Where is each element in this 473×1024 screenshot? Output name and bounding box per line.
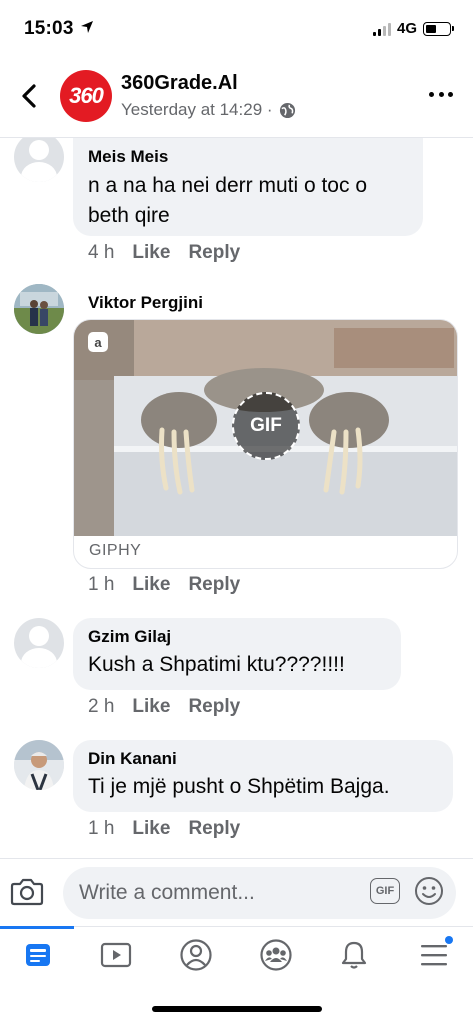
nav-profile[interactable]	[172, 935, 220, 975]
emoji-icon[interactable]	[414, 876, 444, 906]
comment-author[interactable]: Din Kanani	[88, 748, 439, 770]
nav-news-feed[interactable]	[14, 935, 62, 975]
comment-bubble[interactable]: Gzim Gilaj Kush a Shpatimi ktu????!!!!	[73, 618, 401, 690]
gif-attachment[interactable]: a GIF GIPHY	[73, 319, 458, 569]
menu-hamburger-icon	[421, 945, 447, 966]
giphy-logo-icon: a	[88, 332, 108, 352]
watch-video-icon	[100, 942, 132, 968]
comment-composer	[0, 858, 473, 926]
reply-button[interactable]: Reply	[188, 818, 240, 840]
comment-text-line: beth qire	[88, 204, 170, 227]
like-button[interactable]: Like	[132, 696, 170, 718]
like-button[interactable]: Like	[132, 574, 170, 596]
comment-text-line: n a na ha nei derr muti o toc o	[88, 174, 367, 197]
avatar[interactable]	[14, 284, 64, 334]
comment-author[interactable]: Viktor Pergjini	[88, 292, 203, 314]
comment-bubble[interactable]: Din Kanani Ti je mjë pusht o Shpëtim Baj…	[73, 740, 453, 812]
more-options-icon[interactable]	[429, 92, 453, 100]
gif-image[interactable]: a GIF	[74, 320, 457, 536]
avatar-photo	[14, 284, 64, 334]
profile-icon	[180, 939, 212, 971]
groups-icon	[260, 939, 292, 971]
gif-picker-button[interactable]: GIF	[370, 878, 400, 904]
page-name[interactable]: 360Grade.Al	[121, 72, 238, 95]
comment-time[interactable]: 1 h	[88, 818, 114, 840]
reply-button[interactable]: Reply	[188, 242, 240, 264]
globe-icon	[279, 102, 295, 118]
comment-actions: 1 h Like Reply	[88, 574, 240, 596]
post-header: 360 360Grade.Al Yesterday at 14:29 ·	[0, 62, 473, 132]
comment-text: Ti je mjë pusht o Shpëtim Bajga.	[88, 775, 390, 798]
like-button[interactable]: Like	[132, 818, 170, 840]
reply-button[interactable]: Reply	[188, 696, 240, 718]
bell-icon	[341, 941, 367, 969]
camera-icon[interactable]	[10, 875, 44, 907]
nav-watch[interactable]	[92, 935, 140, 975]
comments-list: Meis Meis n a na ha nei derr muti o toc …	[0, 138, 473, 858]
comment-actions: 1 h Like Reply	[88, 818, 240, 840]
status-indicators: 4G	[372, 20, 454, 37]
post-meta: Yesterday at 14:29 ·	[121, 100, 296, 120]
comment-author[interactable]: Meis Meis	[88, 146, 409, 168]
home-indicator	[152, 1006, 322, 1012]
menu-notification-dot	[445, 936, 453, 944]
battery-icon	[423, 21, 454, 36]
comment-time[interactable]: 2 h	[88, 696, 114, 718]
post-timestamp[interactable]: Yesterday at 14:29 ·	[121, 100, 273, 120]
reply-button[interactable]: Reply	[188, 574, 240, 596]
gif-play-button[interactable]: GIF	[232, 392, 300, 460]
location-arrow-icon	[81, 21, 93, 33]
status-bar: 15:03 4G	[0, 0, 473, 52]
network-type: 4G	[396, 20, 417, 37]
comment-actions: 4 h Like Reply	[88, 242, 240, 264]
comment-time[interactable]: 1 h	[88, 574, 114, 596]
signal-strength-icon	[372, 22, 391, 36]
avatar-photo	[14, 740, 64, 790]
avatar[interactable]	[14, 138, 64, 182]
avatar[interactable]	[14, 740, 64, 790]
nav-active-indicator	[0, 926, 74, 929]
comment-bubble[interactable]: Meis Meis n a na ha nei derr muti o toc …	[73, 138, 423, 236]
avatar[interactable]	[14, 618, 64, 668]
comment-actions: 2 h Like Reply	[88, 696, 240, 718]
comment-text: Kush a Shpatimi ktu????!!!!	[88, 653, 345, 676]
comment-author[interactable]: Gzim Gilaj	[88, 626, 387, 648]
news-feed-icon	[26, 944, 50, 966]
comment-time[interactable]: 4 h	[88, 242, 114, 264]
nav-groups[interactable]	[252, 935, 300, 975]
status-time: 15:03	[24, 18, 74, 39]
gif-source: GIPHY	[89, 542, 142, 559]
page-avatar[interactable]: 360	[60, 70, 112, 122]
like-button[interactable]: Like	[132, 242, 170, 264]
nav-notifications[interactable]	[330, 935, 378, 975]
back-arrow-icon[interactable]	[14, 80, 44, 112]
